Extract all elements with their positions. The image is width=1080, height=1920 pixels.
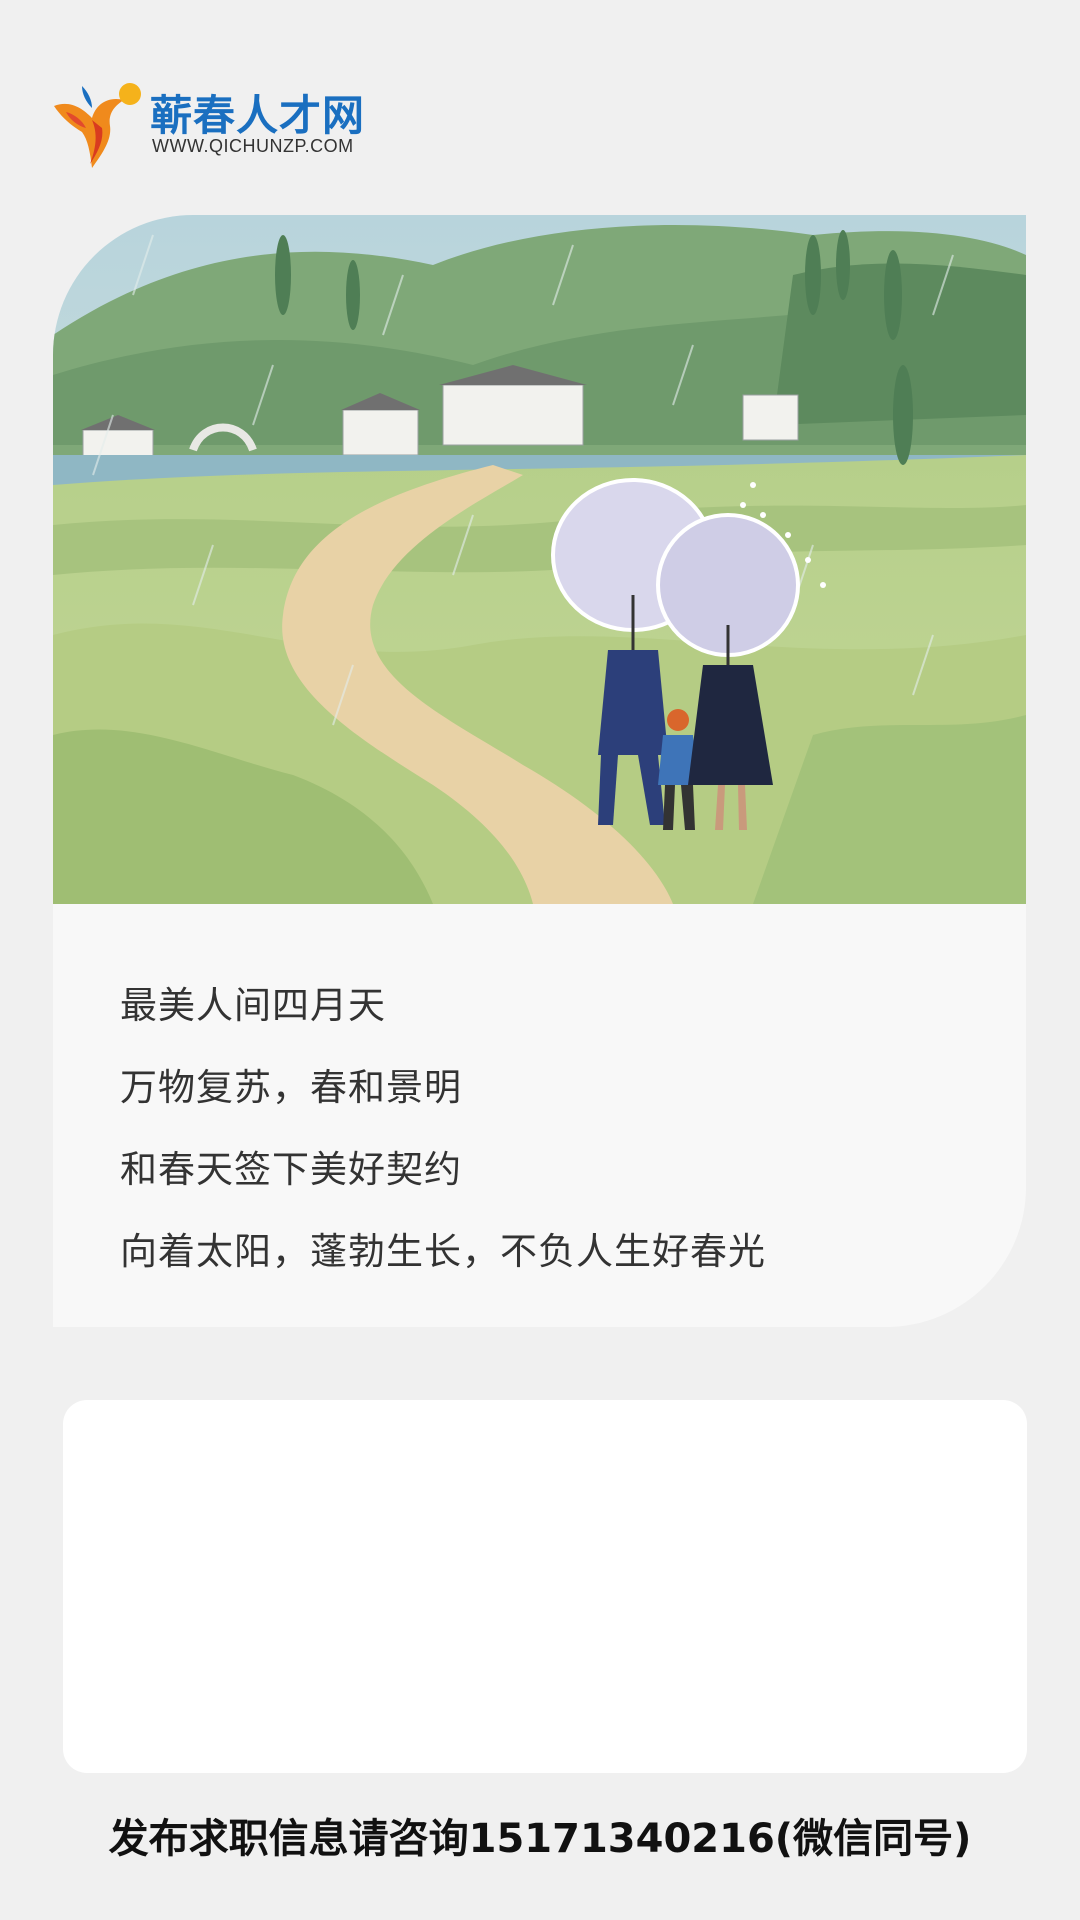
blank-content-card (63, 1400, 1027, 1773)
brand-url: WWW.QICHUNZP.COM (152, 136, 354, 156)
brand-logo[interactable]: 蕲春人才网 WWW.QICHUNZP.COM (52, 78, 382, 168)
poem-line: 和春天签下美好契约 (120, 1148, 462, 1191)
poem-text: 最美人间四月天 万物复苏，春和景明 和春天签下美好契约 向着太阳，蓬勃生长，不负… (120, 965, 766, 1293)
poem-line: 向着太阳，蓬勃生长，不负人生好春光 (120, 1230, 766, 1273)
poem-line: 最美人间四月天 (120, 984, 386, 1027)
poem-line: 万物复苏，春和景明 (120, 1066, 462, 1109)
family-walking-in-spring-rain-illustration (53, 215, 1026, 904)
poem-card: 最美人间四月天 万物复苏，春和景明 和春天签下美好契约 向着太阳，蓬勃生长，不负… (53, 215, 1026, 1327)
brand-name: 蕲春人才网 (150, 91, 366, 140)
contact-info: 发布求职信息请咨询15171340216(微信同号) (108, 1816, 972, 1862)
running-person-icon (54, 83, 141, 168)
